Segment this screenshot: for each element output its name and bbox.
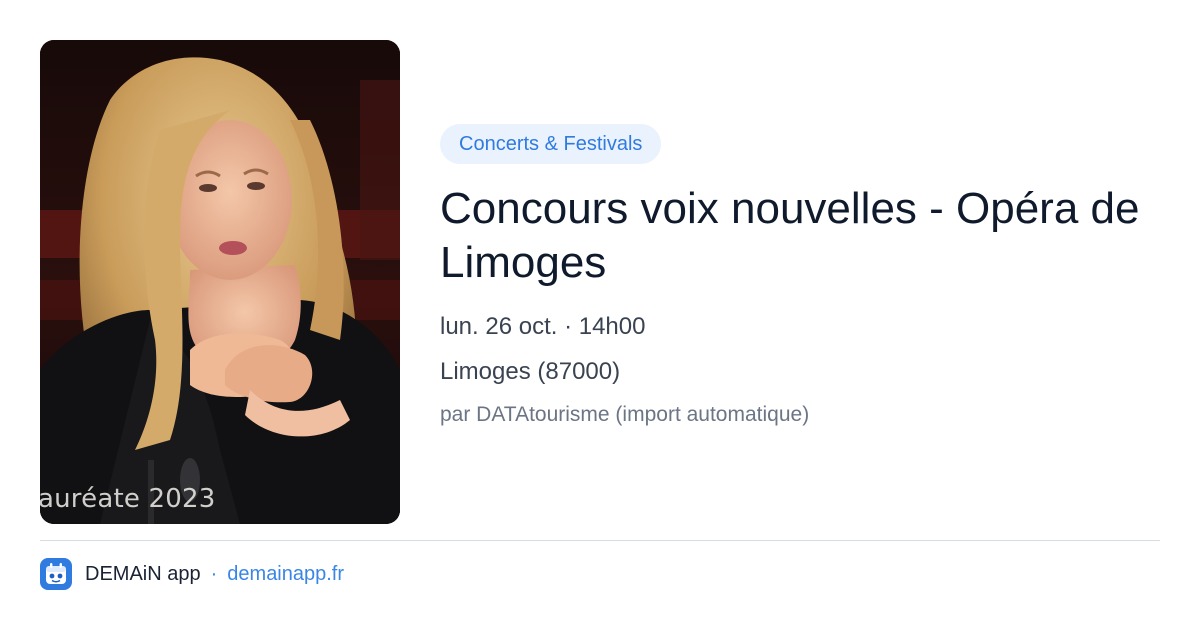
event-title[interactable]: Concours voix nouvelles - Opéra de Limog… — [440, 182, 1170, 290]
separator-dot: · — [210, 562, 218, 585]
demain-app-icon[interactable] — [40, 558, 72, 590]
app-name: DEMAiN app — [85, 562, 201, 585]
domain-link[interactable]: demainapp.fr — [227, 563, 344, 586]
category-tag[interactable]: Concerts & Festivals — [440, 124, 662, 164]
event-photo[interactable]: auréate 2023 — [40, 40, 400, 524]
singer-illustration — [40, 40, 400, 524]
event-date: lun. 26 oct. · 14h00 — [440, 313, 646, 340]
footer: DEMAiN app · demainapp.fr — [40, 558, 344, 590]
divider — [40, 540, 1160, 541]
event-location: Limoges (87000) — [440, 358, 621, 385]
photo-caption: auréate 2023 — [40, 484, 216, 514]
event-source: par DATAtourisme (import automatique) — [440, 403, 810, 426]
